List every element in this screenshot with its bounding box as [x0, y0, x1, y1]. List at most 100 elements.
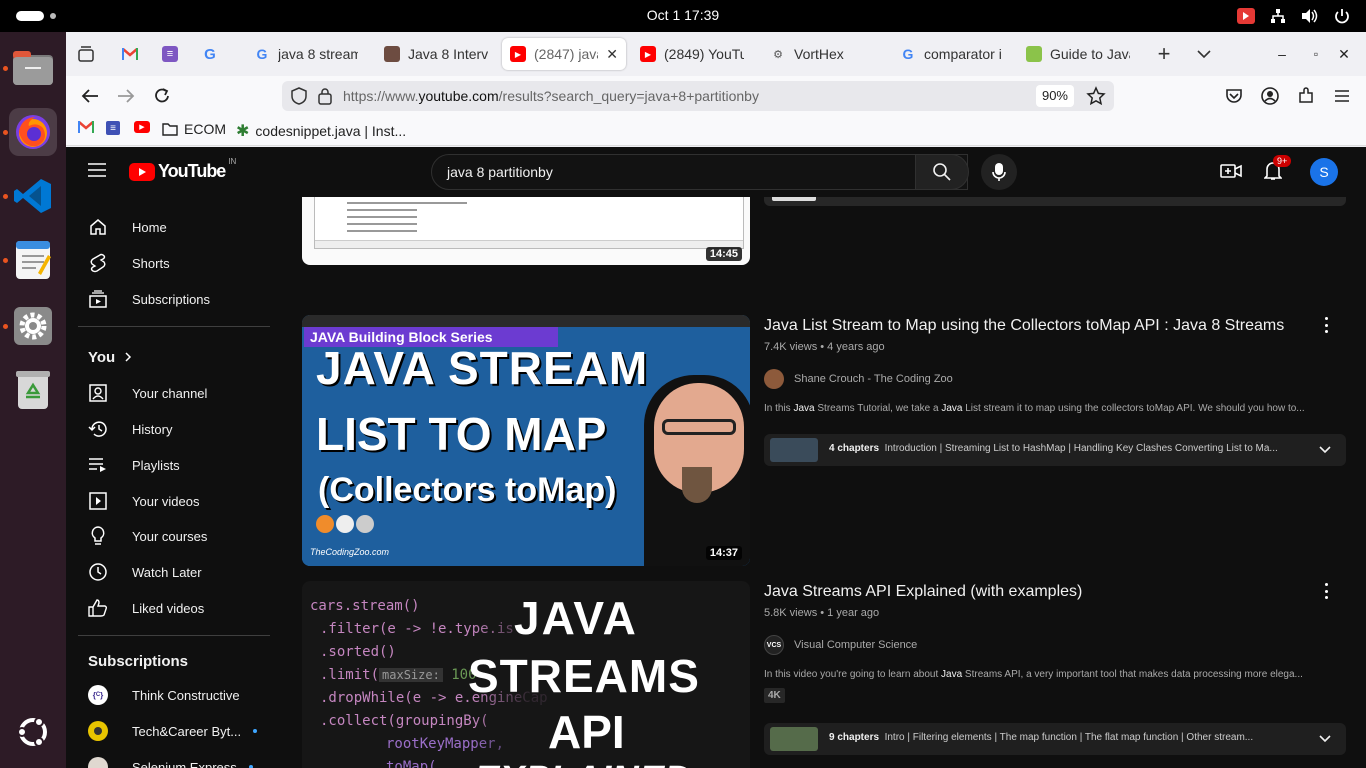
- account-icon[interactable]: [1258, 84, 1282, 108]
- more-actions-icon[interactable]: [1318, 315, 1334, 335]
- sidebar-item-shorts[interactable]: Shorts: [88, 251, 170, 275]
- search-input[interactable]: java 8 partitionby: [431, 154, 968, 190]
- video-thumbnail[interactable]: JAVA Building Block Series JAVA STREAM L…: [302, 315, 750, 566]
- video-info: Java List Stream to Map using the Collec…: [764, 315, 1346, 414]
- tab-vorthex[interactable]: ⚙ VortHex: [762, 38, 882, 70]
- channel-avatar[interactable]: [764, 369, 784, 389]
- sidebar-item-your-videos[interactable]: Your videos: [88, 489, 199, 513]
- channel-name[interactable]: Visual Computer Science: [794, 639, 917, 651]
- sidebar-item-subscriptions[interactable]: Subscriptions: [88, 287, 210, 311]
- voice-search-button[interactable]: [981, 154, 1017, 190]
- ubuntu-apps-icon[interactable]: [9, 708, 57, 756]
- menu-icon[interactable]: [1330, 84, 1354, 108]
- url-bar[interactable]: https://www.youtube.com/results?search_q…: [282, 81, 1114, 111]
- tab-youtube-active[interactable]: ▶ (2847) java ✕: [502, 38, 626, 70]
- pocket-icon[interactable]: [1222, 84, 1246, 108]
- bookmark-youtube[interactable]: ▶: [134, 121, 150, 133]
- firefox-icon[interactable]: [9, 108, 57, 156]
- chapters-bar[interactable]: 4 chapters Introduction | Streaming List…: [764, 434, 1346, 466]
- minimize-icon[interactable]: –: [1270, 42, 1294, 66]
- sidebar-item-label: Watch Later: [132, 564, 202, 580]
- sidebar-item-watch-later[interactable]: Watch Later: [88, 560, 202, 584]
- search-query[interactable]: java 8 partitionby: [447, 164, 553, 180]
- bookmark-label: ECOM: [184, 121, 226, 137]
- subscriptions-icon: [88, 289, 108, 309]
- folder-icon: [162, 123, 178, 136]
- youtube-logo[interactable]: YouTube IN: [129, 157, 236, 182]
- sidebar-item-your-courses[interactable]: Your courses: [88, 524, 207, 548]
- url-text[interactable]: https://www.youtube.com/results?search_q…: [343, 88, 759, 104]
- bookmark-forms[interactable]: ≡: [106, 121, 120, 135]
- channel-link[interactable]: VCS Visual Computer Science: [764, 635, 1346, 655]
- vscode-icon[interactable]: [9, 172, 57, 220]
- sidebar-sub-think-constructive[interactable]: {C} Think Constructive: [88, 683, 240, 707]
- sidebar-sub-selenium-express[interactable]: Selenium Express: [88, 755, 253, 768]
- bookmark-gmail[interactable]: [78, 121, 94, 133]
- bookmark-folder-ecom[interactable]: ECOM: [162, 121, 226, 137]
- sidebar-item-playlists[interactable]: Playlists: [88, 453, 180, 477]
- tab-comparator[interactable]: G comparator i: [892, 38, 1012, 70]
- extensions-icon[interactable]: [1294, 84, 1318, 108]
- video-title[interactable]: Java Streams API Explained (with example…: [764, 581, 1346, 603]
- zoom-level[interactable]: 90%: [1035, 85, 1074, 107]
- sidebar-item-liked-videos[interactable]: Liked videos: [88, 596, 204, 620]
- back-icon[interactable]: [78, 84, 102, 108]
- forward-icon[interactable]: [114, 84, 138, 108]
- system-tray[interactable]: [1236, 6, 1352, 26]
- network-icon[interactable]: [1268, 6, 1288, 26]
- tab-java-8-interview[interactable]: Java 8 Interv: [376, 38, 496, 70]
- create-video-icon[interactable]: [1220, 162, 1242, 185]
- close-window-icon[interactable]: ✕: [1332, 42, 1356, 66]
- channel-name[interactable]: Shane Crouch - The Coding Zoo: [794, 373, 953, 385]
- new-tab-icon[interactable]: +: [1152, 41, 1176, 66]
- chevron-down-icon[interactable]: [1318, 731, 1332, 750]
- sidebar-you-section[interactable]: You: [88, 345, 133, 369]
- playlists-icon: [88, 455, 108, 475]
- reload-icon[interactable]: [150, 84, 174, 108]
- tab-list-chevron-icon[interactable]: [1192, 42, 1216, 66]
- sidebar-item-history[interactable]: History: [88, 417, 172, 441]
- lock-icon[interactable]: [318, 87, 332, 110]
- system-clock[interactable]: Oct 1 17:39: [0, 7, 1366, 23]
- tab-java-8-stream[interactable]: G java 8 stream: [246, 38, 366, 70]
- chevron-down-icon[interactable]: [1318, 442, 1332, 461]
- sidebar-sub-tech-career[interactable]: Tech&Career Byt...: [88, 719, 258, 743]
- tab-youtube[interactable]: ▶ (2849) YouTu: [632, 38, 752, 70]
- channel-link[interactable]: Shane Crouch - The Coding Zoo: [764, 369, 1346, 389]
- more-actions-icon[interactable]: [1318, 581, 1334, 601]
- settings-icon[interactable]: [9, 302, 57, 350]
- trash-icon[interactable]: [9, 366, 57, 414]
- video-meta: 5.8K views • 1 year ago: [764, 607, 880, 619]
- sidebar-item-home[interactable]: Home: [88, 215, 167, 239]
- hamburger-menu-icon[interactable]: [88, 163, 106, 182]
- sidebar-item-label: Playlists: [132, 457, 180, 473]
- power-icon[interactable]: [1332, 6, 1352, 26]
- tab-overview-icon[interactable]: [74, 42, 98, 66]
- gmail-icon: [122, 48, 138, 60]
- pinned-tab-gmail[interactable]: [114, 38, 148, 70]
- files-icon[interactable]: [9, 44, 57, 92]
- volume-icon[interactable]: [1300, 6, 1320, 26]
- bookmark-codesnippet[interactable]: ✱ codesnippet.java | Inst...: [236, 121, 406, 141]
- video-title[interactable]: Java List Stream to Map using the Collec…: [764, 315, 1346, 337]
- bookmark-label: codesnippet.java | Inst...: [255, 123, 407, 139]
- ide-tabs: [302, 315, 750, 327]
- channel-avatar[interactable]: VCS: [764, 635, 784, 655]
- app-indicator-icon[interactable]: [1236, 6, 1256, 26]
- logo-text: YouTube: [158, 161, 226, 181]
- close-tab-icon[interactable]: ✕: [606, 46, 618, 63]
- pinned-tab-google[interactable]: G: [194, 38, 228, 70]
- video-duration: 14:45: [705, 247, 742, 261]
- sidebar-item-your-channel[interactable]: Your channel: [88, 381, 207, 405]
- bookmark-star-icon[interactable]: [1086, 86, 1106, 111]
- chapters-bar[interactable]: 9 chapters Intro | Filtering elements | …: [764, 723, 1346, 755]
- maximize-icon[interactable]: ▫: [1304, 42, 1328, 66]
- video-thumbnail[interactable]: cars.stream() .filter(e -> !e.type.is .sor…: [302, 581, 750, 768]
- search-button[interactable]: [915, 154, 969, 190]
- tracking-shield-icon[interactable]: [290, 86, 308, 111]
- avatar[interactable]: S: [1310, 158, 1338, 186]
- tab-guide-to-java[interactable]: Guide to Java: [1018, 38, 1138, 70]
- text-editor-icon[interactable]: [9, 236, 57, 284]
- sidebar-item-label: Your courses: [132, 528, 208, 544]
- pinned-tab-forms[interactable]: ≡: [154, 38, 188, 70]
